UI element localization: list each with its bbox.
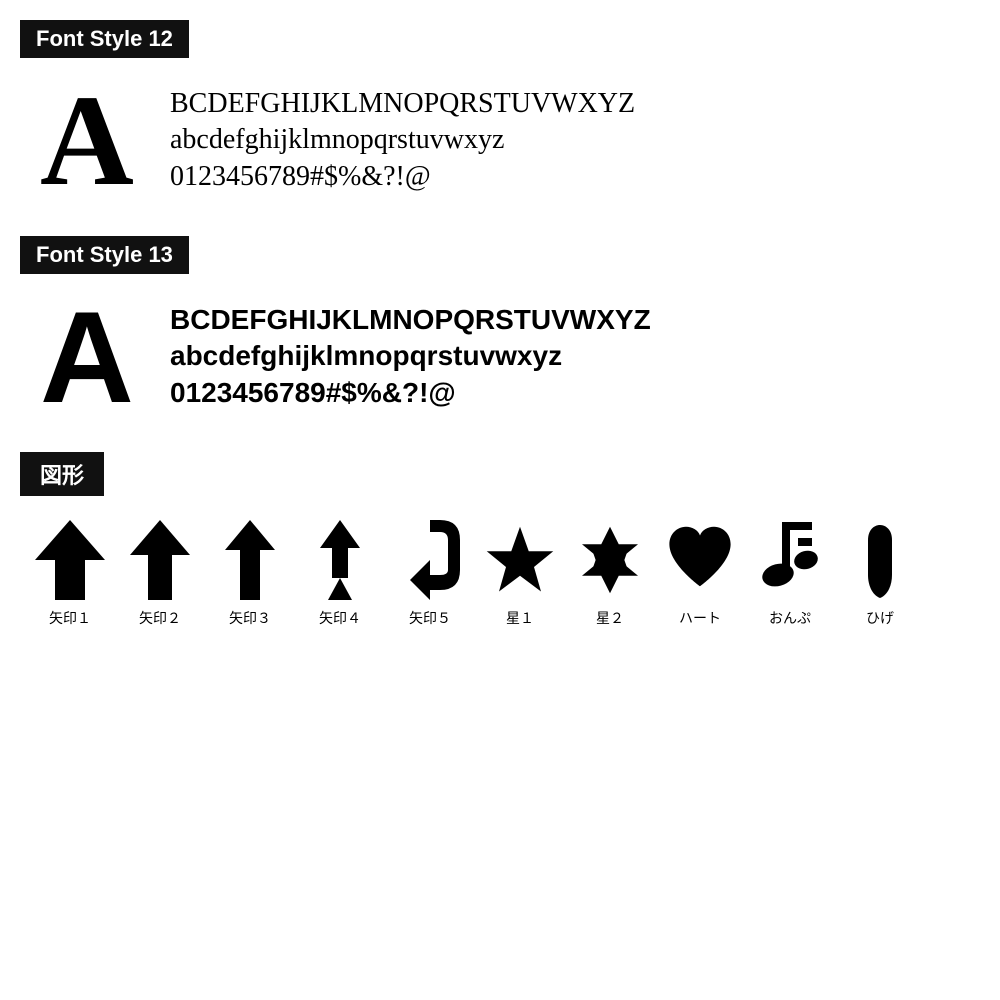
shape-arrow3: 矢印３ — [210, 520, 290, 628]
font-style-13-demo: A BCDEFGHIJKLMNOPQRSTUVWXYZ abcdefghijkl… — [20, 292, 980, 422]
font-style-13-line2: abcdefghijklmnopqrstuvwxyz — [170, 338, 651, 374]
shape-arrow1: 矢印１ — [30, 520, 110, 628]
shape-star1: 星１ — [480, 520, 560, 628]
font-style-13-header: Font Style 13 — [20, 236, 189, 274]
font-style-12-header: Font Style 12 — [20, 20, 189, 58]
font-style-13-big-letter: A — [40, 292, 150, 422]
font-style-12-section: Font Style 12 A BCDEFGHIJKLMNOPQRSTUVWXY… — [20, 20, 980, 206]
font-style-12-chars: BCDEFGHIJKLMNOPQRSTUVWXYZ abcdefghijklmn… — [170, 76, 635, 195]
font-style-13-chars: BCDEFGHIJKLMNOPQRSTUVWXYZ abcdefghijklmn… — [170, 292, 651, 411]
font-style-12-line1: BCDEFGHIJKLMNOPQRSTUVWXYZ — [170, 86, 635, 122]
shape-arrow5: 矢印５ — [390, 520, 470, 628]
font-style-12-demo: A BCDEFGHIJKLMNOPQRSTUVWXYZ abcdefghijkl… — [20, 76, 980, 206]
shape-arrow1-label: 矢印１ — [49, 608, 91, 628]
font-style-13-line3: 0123456789#$%&?!@ — [170, 375, 651, 411]
shape-arrow4: 矢印４ — [300, 520, 380, 628]
font-style-12-line2: abcdefghijklmnopqrstuvwxyz — [170, 122, 635, 158]
shapes-section: 図形 矢印１ 矢印２ 矢印３ — [20, 452, 980, 628]
shapes-header: 図形 — [20, 452, 104, 496]
shape-star1-label: 星１ — [506, 608, 534, 628]
shape-mustache-label: ひげ — [866, 608, 894, 628]
shape-star2-label: 星２ — [596, 608, 624, 628]
font-style-12-line3: 0123456789#$%&?!@ — [170, 159, 635, 195]
shape-heart: ハート — [660, 520, 740, 628]
shape-note-label: おんぷ — [769, 608, 811, 628]
shape-arrow2: 矢印２ — [120, 520, 200, 628]
shapes-row: 矢印１ 矢印２ 矢印３ 矢印４ — [20, 520, 980, 628]
shape-mustache: ひげ — [840, 520, 920, 628]
shape-heart-label: ハート — [679, 608, 721, 628]
font-style-13-section: Font Style 13 A BCDEFGHIJKLMNOPQRSTUVWXY… — [20, 236, 980, 422]
font-style-12-big-letter: A — [40, 76, 150, 206]
shape-star2: 星２ — [570, 520, 650, 628]
shape-arrow3-label: 矢印３ — [229, 608, 271, 628]
shape-arrow2-label: 矢印２ — [139, 608, 181, 628]
shape-arrow5-label: 矢印５ — [409, 608, 451, 628]
font-style-13-line1: BCDEFGHIJKLMNOPQRSTUVWXYZ — [170, 302, 651, 338]
shape-arrow4-label: 矢印４ — [319, 608, 361, 628]
shape-note: おんぷ — [750, 520, 830, 628]
